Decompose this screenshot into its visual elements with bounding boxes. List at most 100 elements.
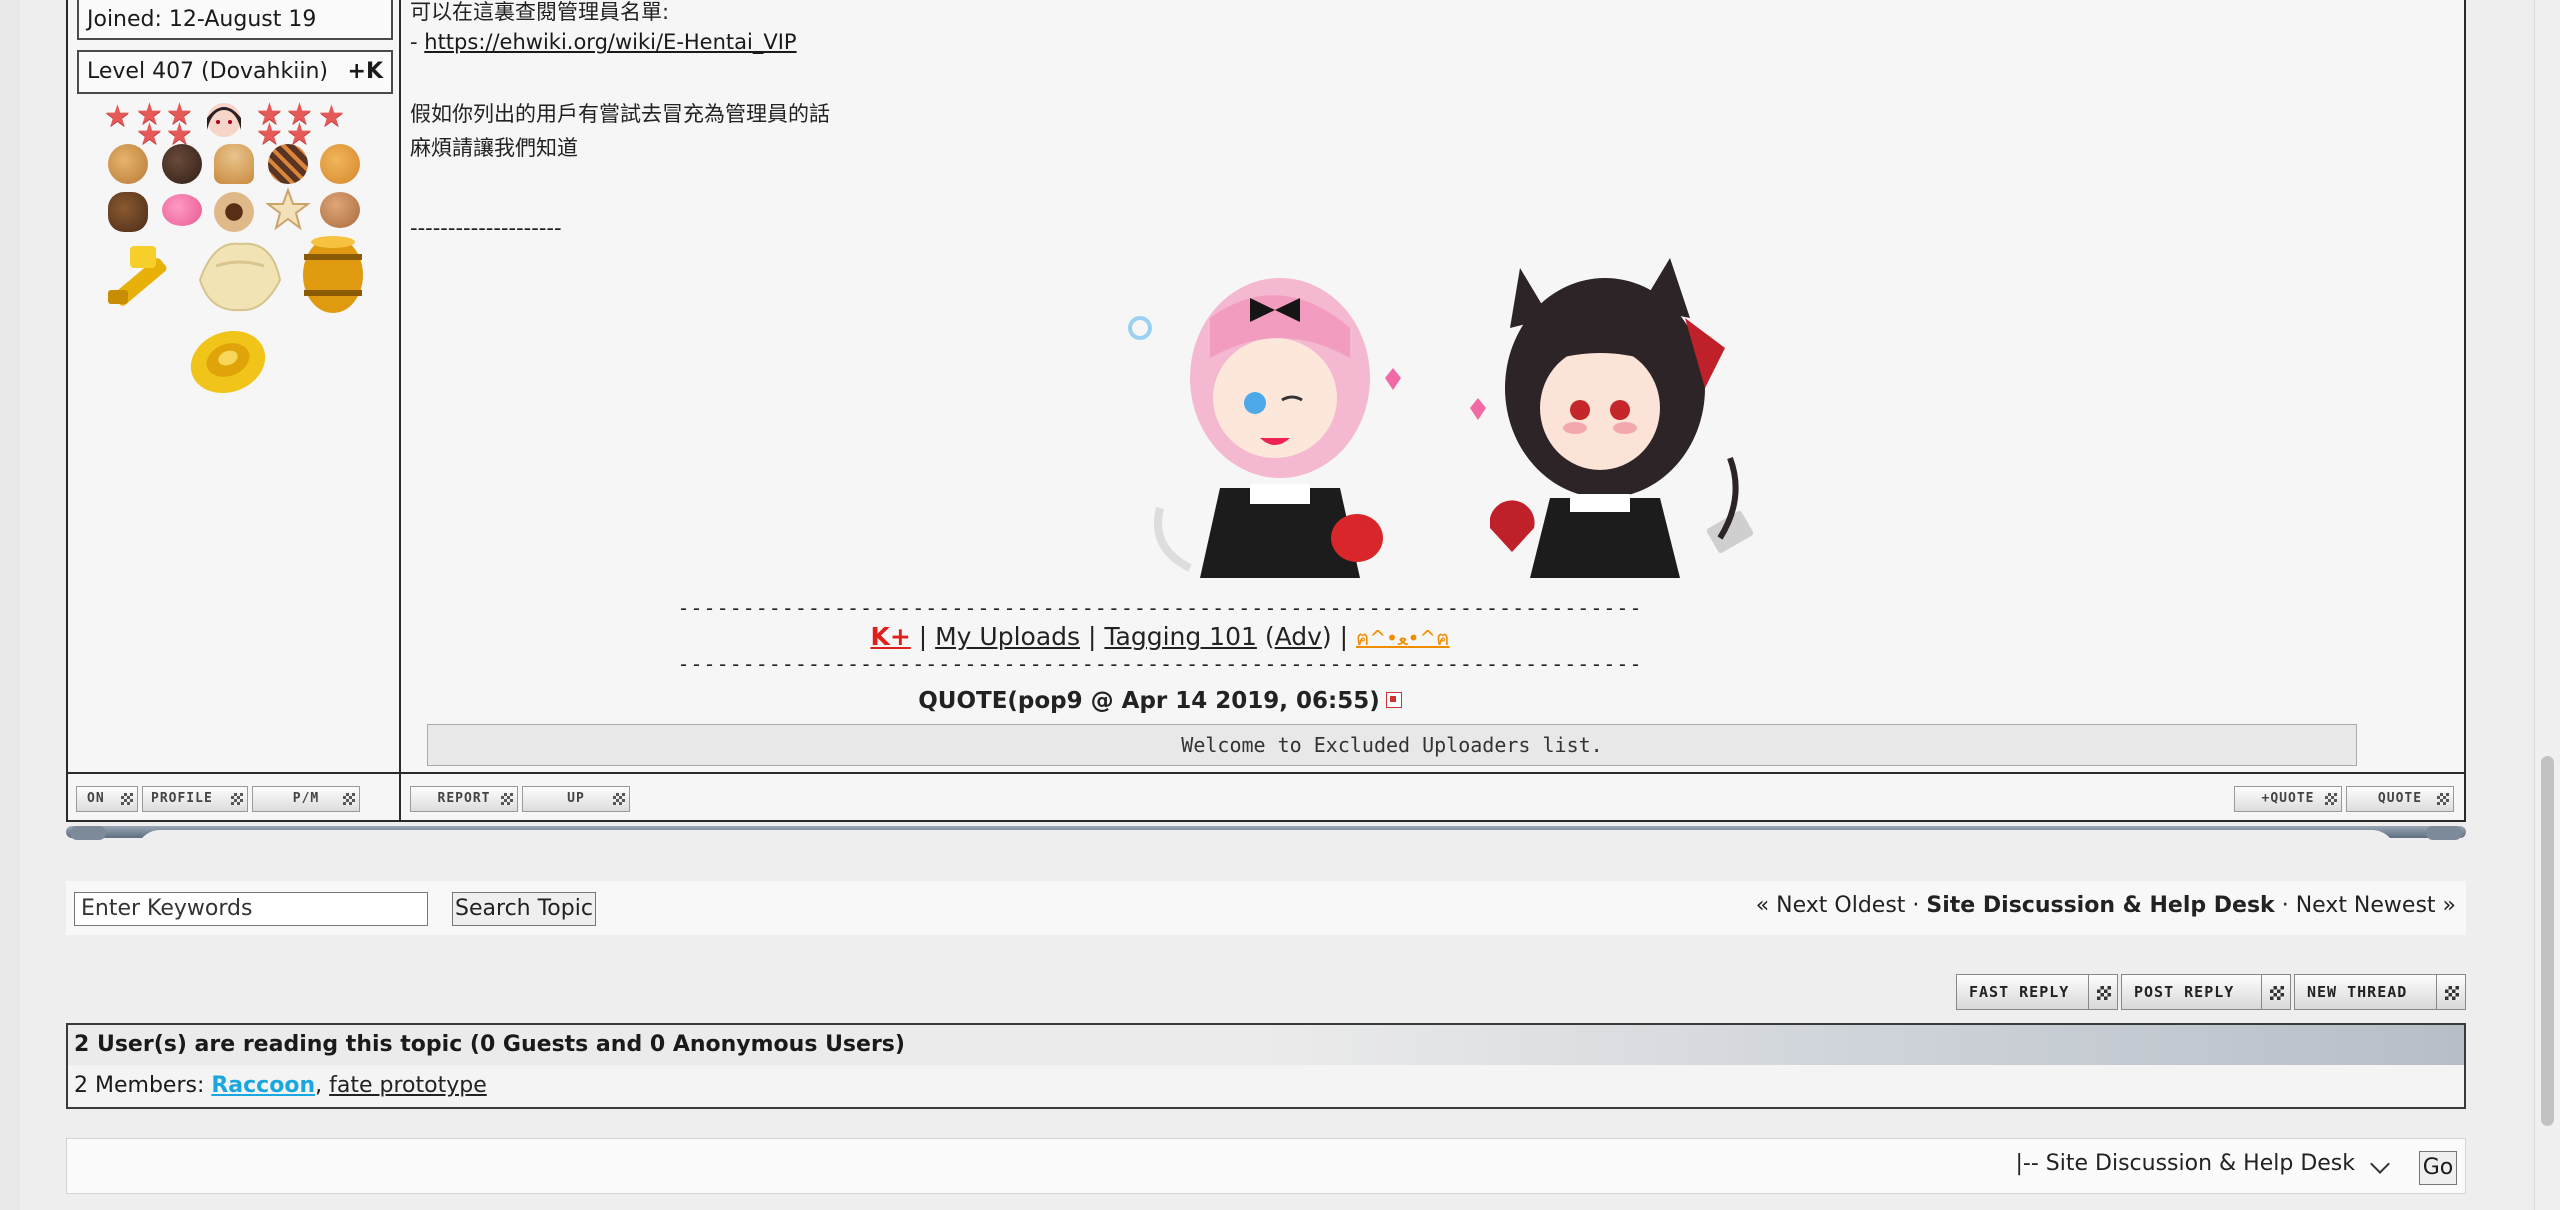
- paren-open: (: [1256, 622, 1275, 651]
- chibi-badge-icon: [207, 103, 241, 137]
- next-newest-link[interactable]: Next Newest »: [2296, 893, 2456, 918]
- scrollbar-thumb[interactable]: [2541, 756, 2554, 1126]
- forum-jump-bar: |-- Site Discussion & Help Desk Go: [66, 1138, 2466, 1194]
- karma-plus-button[interactable]: +K: [348, 52, 383, 92]
- post-text-line: 可以在這裏查閱管理員名單:: [410, 0, 670, 24]
- report-label: REPORT: [437, 791, 491, 806]
- signature-rule-bottom: ----------------------------------------…: [677, 652, 1643, 676]
- separator: ·: [1905, 893, 1927, 918]
- multiquote-button[interactable]: +QUOTE: [2234, 786, 2342, 812]
- post-text-line: 麻煩請讓我們知道: [410, 136, 578, 160]
- go-button[interactable]: Go: [2419, 1151, 2457, 1185]
- checker-icon: [2097, 986, 2111, 1000]
- quote-button[interactable]: QUOTE: [2346, 786, 2454, 812]
- level-text: Level 407 (Dovahkiin): [87, 59, 328, 84]
- member-link-raccoon[interactable]: Raccoon: [211, 1073, 315, 1098]
- topic-navigation: « Next Oldest · Site Discussion & Help D…: [1756, 893, 2456, 918]
- separator: ·: [2274, 893, 2296, 918]
- post-dash-line: --------------------: [410, 216, 562, 240]
- ribbon-cap-left: [70, 826, 106, 840]
- honey-barrel-icon: [303, 236, 363, 313]
- members-label: 2 Members:: [74, 1073, 212, 1098]
- star-icon: ★: [136, 117, 163, 152]
- cookie-icon: [162, 144, 202, 184]
- signature-rule-top: ----------------------------------------…: [677, 596, 1643, 620]
- forum-post: Joined: 12-August 19 Level 407 (Dovahkii…: [66, 0, 2466, 822]
- checker-icon: [2437, 793, 2449, 805]
- button-separator: [2088, 975, 2089, 1009]
- quote-header-text: QUOTE(pop9 @ Apr 14 2019, 06:55): [918, 688, 1380, 714]
- forum-link[interactable]: Site Discussion & Help Desk: [1926, 893, 2274, 918]
- macaron-icon: [320, 192, 360, 228]
- paren-close: ) |: [1321, 622, 1356, 651]
- separator: |: [910, 622, 936, 651]
- cat-emote-link[interactable]: ฅ^•ﻌ•^ฅ: [1356, 626, 1450, 650]
- black-character-art: [1470, 258, 1754, 578]
- post-reply-button[interactable]: POST REPLY: [2121, 974, 2291, 1010]
- post-reply-label: POST REPLY: [2134, 983, 2235, 1001]
- forum-jump-select[interactable]: |-- Site Discussion & Help Desk: [2016, 1151, 2355, 1176]
- up-label: UP: [567, 791, 585, 806]
- new-thread-label: NEW THREAD: [2307, 983, 2408, 1001]
- active-users-header: 2 User(s) are reading this topic (0 Gues…: [68, 1025, 2464, 1065]
- checker-icon: [613, 793, 625, 805]
- muffin-icon: [214, 144, 254, 184]
- star-cookie-icon: [266, 188, 310, 231]
- fast-reply-button[interactable]: FAST REPLY: [1956, 974, 2118, 1010]
- cookie-icon: [268, 144, 308, 184]
- post-body: 可以在這裏查閱管理員名單: - https://ehwiki.org/wiki/…: [410, 0, 2450, 770]
- checker-icon: [231, 793, 243, 805]
- k-plus-link[interactable]: K+: [870, 622, 910, 651]
- joined-date: Joined: 12-August 19: [77, 0, 393, 40]
- star-icon: ★: [318, 99, 345, 134]
- quote-link-icon[interactable]: [1385, 691, 1402, 708]
- checker-icon: [343, 793, 355, 805]
- signature-links: K+ | My Uploads | Tagging 101 (Adv) | ฅ^…: [410, 622, 1910, 654]
- member-link-fate-prototype[interactable]: fate prototype: [329, 1073, 487, 1098]
- quote-box: Welcome to Excluded Uploaders list.: [427, 724, 2357, 766]
- checker-icon: [501, 793, 513, 805]
- pink-character-art: [1128, 278, 1401, 578]
- quote-label: QUOTE: [2377, 791, 2423, 806]
- my-uploads-link[interactable]: My Uploads: [935, 622, 1080, 651]
- online-label: ON: [87, 791, 105, 806]
- button-separator: [2436, 975, 2437, 1009]
- ribbon-cap-right: [2426, 826, 2462, 840]
- post-text-line: 假如你列出的用戶有嘗試去冒充為管理員的話: [410, 102, 830, 126]
- author-panel: Joined: 12-August 19 Level 407 (Dovahkii…: [68, 0, 401, 820]
- cookie-icon: [320, 144, 360, 184]
- up-button[interactable]: UP: [522, 786, 630, 812]
- active-members-list: 2 Members: Raccoon, fate prototype: [74, 1073, 487, 1098]
- ehwiki-vip-link[interactable]: https://ehwiki.org/wiki/E-Hentai_VIP: [424, 30, 796, 54]
- checker-icon: [2445, 986, 2459, 1000]
- post-footer-divider: [68, 772, 2464, 774]
- search-topic-button[interactable]: Search Topic: [452, 892, 596, 926]
- new-thread-button[interactable]: NEW THREAD: [2294, 974, 2466, 1010]
- quote-header: QUOTE(pop9 @ Apr 14 2019, 06:55): [410, 688, 1910, 714]
- fast-reply-label: FAST REPLY: [1969, 983, 2070, 1001]
- separator: |: [1080, 622, 1105, 651]
- button-separator: [2261, 975, 2262, 1009]
- chevron-down-icon[interactable]: [2370, 1154, 2390, 1174]
- vertical-scrollbar[interactable]: [2534, 0, 2560, 1210]
- keywords-input[interactable]: Enter Keywords: [74, 892, 428, 926]
- cookie-icon: [214, 192, 254, 232]
- report-button[interactable]: REPORT: [410, 786, 518, 812]
- post-text-line: - https://ehwiki.org/wiki/E-Hentai_VIP: [410, 30, 797, 54]
- online-status-button[interactable]: ON: [76, 786, 138, 812]
- next-oldest-link[interactable]: « Next Oldest: [1756, 893, 1906, 918]
- separator: ,: [315, 1073, 330, 1098]
- cookie-icon: [108, 192, 148, 232]
- golden-shell-icon: [190, 330, 266, 394]
- active-users-panel: 2 User(s) are reading this topic (0 Gues…: [66, 1023, 2466, 1109]
- dumpling-icon: [198, 242, 282, 312]
- profile-button[interactable]: PROFILE: [142, 786, 248, 812]
- tagging-101-link[interactable]: Tagging 101: [1104, 622, 1257, 651]
- post-end-ribbon: [66, 826, 2466, 854]
- cookie-icon: [108, 144, 148, 184]
- user-level: Level 407 (Dovahkiin) +K: [77, 50, 393, 94]
- pm-button[interactable]: P/M: [252, 786, 360, 812]
- pm-label: P/M: [292, 791, 320, 806]
- multiquote-label: +QUOTE: [2261, 791, 2315, 806]
- adv-link[interactable]: Adv: [1275, 622, 1322, 651]
